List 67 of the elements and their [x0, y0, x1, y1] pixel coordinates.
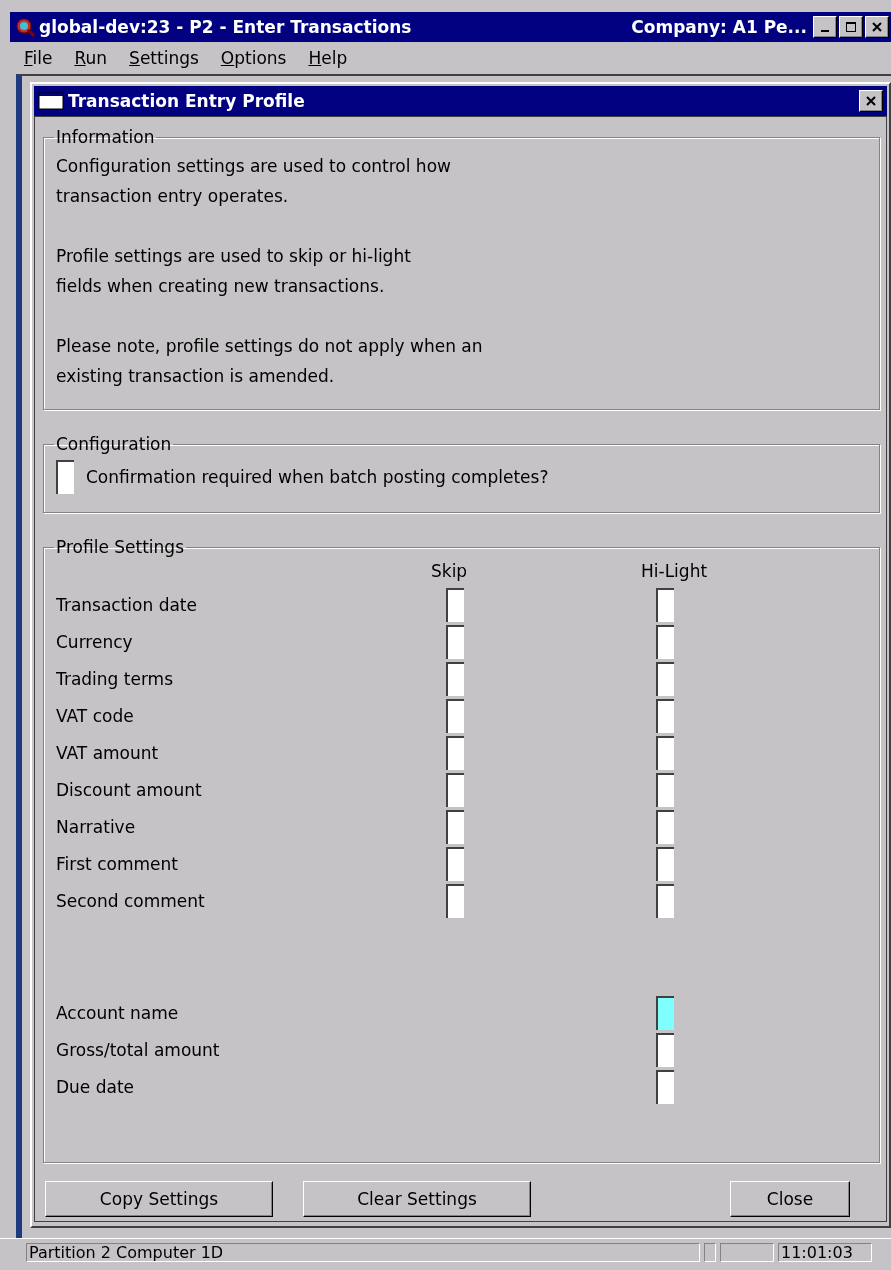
window-title: global-dev:23 - P2 - Enter Transactions [39, 17, 412, 37]
input-field[interactable] [656, 625, 674, 659]
minimize-button[interactable] [813, 16, 837, 38]
field-label: First comment [56, 854, 179, 874]
column-header: Hi-Light [641, 561, 709, 583]
company-label: Company: A1 Pe... [631, 17, 807, 37]
info-paragraph: Please note, profile settings do not apply when an existing transaction is amended. [56, 335, 484, 388]
input-field[interactable] [656, 773, 674, 807]
input-field[interactable] [656, 847, 674, 881]
field-label: Account name [56, 1003, 180, 1023]
menu-item[interactable]: Help [308, 48, 348, 68]
field-label: Gross/total amount [56, 1040, 221, 1060]
input-field[interactable] [656, 884, 674, 918]
info-paragraph: Profile settings are used to skip or hi-light fields when creating new transactions. [56, 245, 412, 298]
status-panel [720, 1243, 774, 1262]
magnifier-globe-icon [14, 16, 36, 38]
field-label: Trading terms [56, 669, 174, 689]
dialog-button[interactable]: Clear Settings [303, 1181, 531, 1217]
field-label: VAT amount [56, 743, 160, 763]
input-field[interactable] [446, 736, 464, 770]
dialog-title: Transaction Entry Profile [68, 91, 305, 111]
status-time: 11:01:03 [778, 1243, 872, 1262]
maximize-icon [845, 21, 857, 33]
input-field[interactable] [656, 699, 674, 733]
window-icon [38, 92, 64, 110]
input-field[interactable] [656, 662, 674, 696]
group-title: Profile Settings [55, 537, 185, 557]
status-panel [704, 1243, 716, 1262]
menu-item[interactable]: Options [220, 48, 287, 68]
input-field[interactable] [446, 810, 464, 844]
input-field[interactable] [446, 662, 464, 696]
input-field[interactable] [656, 1033, 674, 1067]
field-label: Transaction date [56, 595, 198, 615]
input-field[interactable] [446, 699, 464, 733]
close-button[interactable] [865, 16, 889, 38]
menu-item[interactable]: Run [74, 48, 108, 68]
input-field[interactable] [446, 773, 464, 807]
field-label: Currency [56, 632, 134, 652]
input-field[interactable] [446, 847, 464, 881]
input-field[interactable] [656, 588, 674, 622]
input-field[interactable] [56, 460, 74, 494]
group-title: Configuration [55, 434, 173, 454]
dialog-button[interactable]: Close [730, 1181, 850, 1217]
dialog-button[interactable]: Copy Settings [45, 1181, 273, 1217]
field-label: Discount amount [56, 780, 203, 800]
input-field[interactable] [446, 588, 464, 622]
field-label: Narrative [56, 817, 137, 837]
field-label: Confirmation required when batch posting completes? [86, 467, 549, 487]
field-label: VAT code [56, 706, 135, 726]
input-field[interactable] [656, 736, 674, 770]
group-title: Information [55, 127, 156, 147]
input-field[interactable] [446, 884, 464, 918]
input-field[interactable] [446, 625, 464, 659]
status-text: Partition 2 Computer 1D [26, 1243, 700, 1262]
minimize-icon [821, 30, 829, 32]
field-label: Second comment [56, 891, 206, 911]
close-button[interactable] [859, 90, 883, 112]
input-field[interactable] [656, 1070, 674, 1104]
input-field[interactable] [656, 810, 674, 844]
menu-item[interactable]: Settings [129, 48, 199, 68]
info-paragraph: Configuration settings are used to control how transaction entry operates. [56, 155, 452, 208]
maximize-button[interactable] [839, 16, 863, 38]
input-field[interactable] [656, 996, 674, 1030]
field-label: Due date [56, 1077, 136, 1097]
close-icon [871, 21, 883, 33]
menu-item[interactable]: File [24, 48, 53, 68]
close-icon [865, 95, 877, 107]
